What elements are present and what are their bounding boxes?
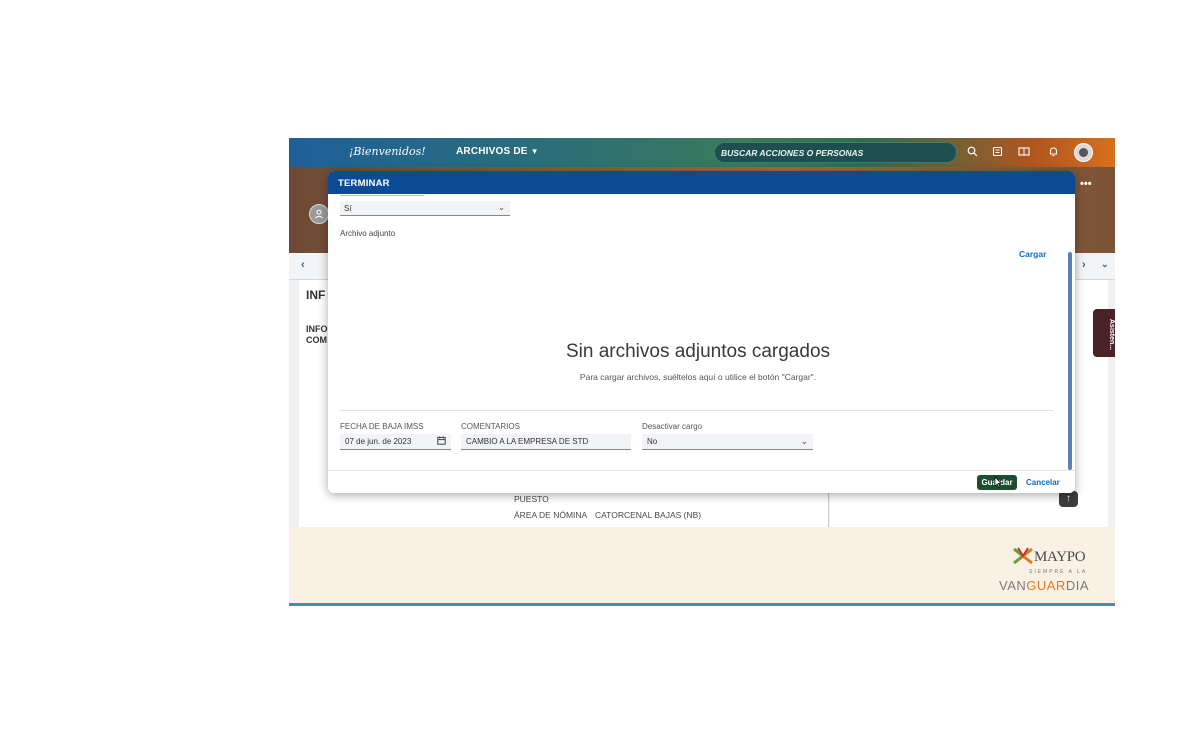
person-icon [309,204,329,224]
mouse-cursor-icon [994,476,1002,488]
footer-divider [289,603,1115,606]
cancel-button[interactable]: Cancelar [1026,478,1060,487]
dialog-scrollbar[interactable] [1068,252,1072,470]
empty-attachments-hint: Para cargar archivos, suéltelos aquí o u… [579,372,817,382]
module-menu[interactable]: ARCHIVOS DE ▼ [456,146,539,157]
section-title: INF [306,288,326,302]
search-icon[interactable] [965,146,979,160]
app-frame: ¡Bienvenidos! ARCHIVOS DE ▼ BUSCAR ACCION… [289,138,1115,606]
dialog-footer [328,470,1075,493]
welcome-logo[interactable]: ¡Bienvenidos! [349,145,426,158]
dialog-body: ———————————— Sí ⌄ Archivo adjunto Cargar… [328,194,1075,470]
section-subtitle-line-2: COM [306,335,327,345]
fecha-baja-value: 07 de jun. de 2023 [345,437,412,446]
comentarios-value: CAMBIO A LA EMPRESA DE STD [466,437,589,446]
chevron-down-icon: ▼ [530,147,539,156]
empty-attachments-title: Sin archivos adjuntos cargados [565,341,831,362]
maypo-mark-icon [1013,547,1033,565]
maypo-logo: MAYPO SIEMPRE A LA VANGUARDIA [997,543,1115,599]
section-divider [340,410,1054,411]
book-icon[interactable] [1017,146,1031,160]
fecha-baja-date-input[interactable]: 07 de jun. de 2023 [340,434,451,450]
top-navigation-bar: ¡Bienvenidos! ARCHIVOS DE ▼ BUSCAR ACCION… [289,138,1115,167]
desactivar-cargo-label: Desactivar cargo [642,422,703,431]
calendar-icon[interactable] [437,436,446,447]
upload-link[interactable]: Cargar [1019,249,1046,259]
footer [289,527,1115,603]
chevron-down-icon[interactable]: ⌄ [1101,259,1109,270]
desactivar-cargo-select[interactable]: No ⌄ [642,434,813,450]
section-subtitle-line-1: INFO [306,324,328,334]
chevron-left-icon[interactable]: ‹ [301,259,305,271]
puesto-label: PUESTO [514,494,549,504]
scroll-top-button[interactable]: ↑ [1059,491,1078,507]
brand-name: MAYPO [1034,549,1086,565]
brand-tagline: SIEMPRE A LA [1029,569,1088,575]
brand-slogan-a: VAN [999,578,1027,593]
module-menu-label: ARCHIVOS DE [456,146,528,157]
fecha-baja-label: FECHA DE BAJA IMSS [340,422,424,431]
brand-slogan: VANGUARDIA [999,578,1089,593]
section-subtitle: INFO COM [306,324,328,346]
chevron-right-icon[interactable]: › [1082,259,1086,271]
comentarios-label: COMENTARIOS [461,422,520,431]
more-options-icon[interactable]: ••• [1080,178,1092,190]
dialog-title: TERMINAR [338,178,390,189]
attachment-label: Archivo adjunto [340,229,396,238]
catalog-icon[interactable] [990,146,1004,160]
brand-slogan-b: GUAR [1026,578,1066,593]
yes-no-select[interactable]: Sí ⌄ [340,201,510,216]
chevron-down-icon: ⌄ [498,203,505,212]
search-input[interactable]: BUSCAR ACCIONES O PERSONAS [714,142,957,163]
terminate-dialog: TERMINAR ———————————— Sí ⌄ Archivo adjun… [328,171,1075,493]
yes-no-select-value: Sí [344,204,352,213]
assistant-tab[interactable]: Asisten... [1093,309,1115,357]
comentarios-input[interactable]: CAMBIO A LA EMPRESA DE STD [461,434,631,450]
desactivar-cargo-value: No [647,437,658,446]
bell-icon[interactable] [1046,146,1060,160]
brand-slogan-c: DIA [1065,578,1089,593]
area-nomina-label: ÁREA DE NÓMINA [514,510,588,520]
dialog-header: TERMINAR [328,171,1075,194]
area-nomina-value: CATORCENAL BAJAS (NB) [595,510,702,520]
avatar[interactable] [1074,143,1093,162]
chevron-down-icon: ⌄ [800,436,808,446]
clipped-field-label: ———————————— [340,195,460,198]
